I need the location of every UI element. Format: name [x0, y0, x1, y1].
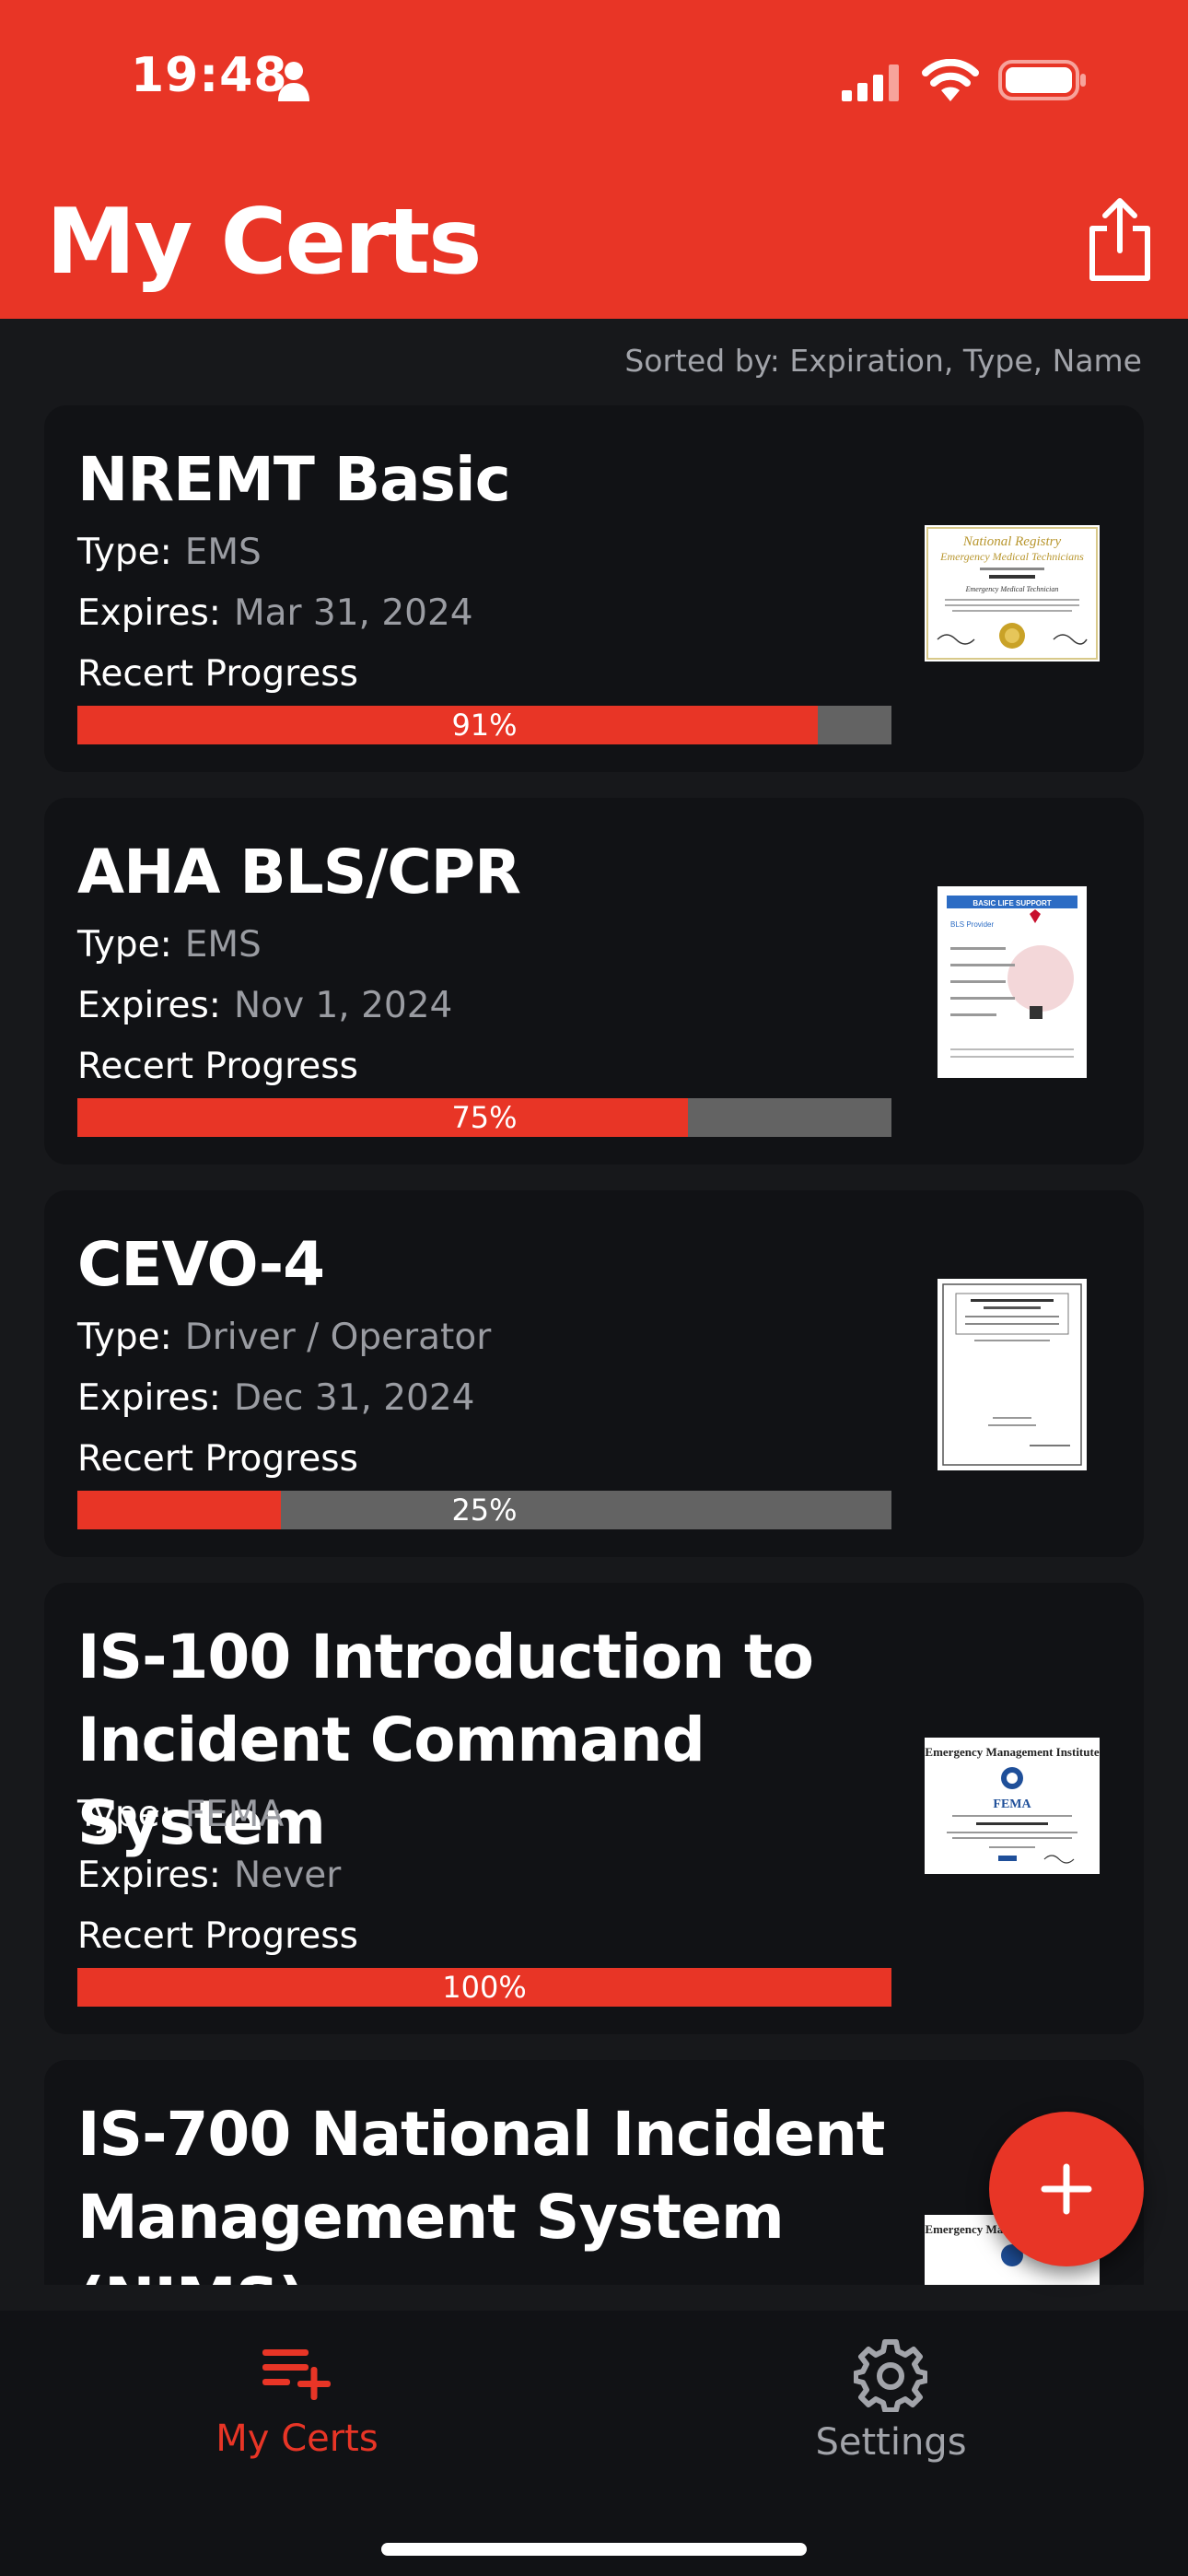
status-time: 19:48 — [131, 48, 288, 103]
certificate-image: Emergency Management Institute FEMA — [925, 1745, 1100, 1864]
cert-type-row: Type: Driver / Operator — [77, 1314, 491, 1362]
certificate-thumbnail[interactable]: Emergency Management Institute FEMA — [925, 1738, 1100, 1874]
certificate-image — [942, 1283, 1082, 1466]
expires-label: Expires: — [77, 592, 221, 634]
thumb-line: BASIC LIFE SUPPORT — [973, 899, 1051, 907]
thumb-line: National Registry — [962, 534, 1062, 549]
header: 19:48 My Certs — [0, 0, 1188, 319]
thumb-line: Emergency Medical Technician — [965, 585, 1059, 593]
type-value: EMS — [184, 532, 262, 573]
type-label: Type: — [77, 1317, 172, 1358]
home-indicator[interactable] — [381, 2543, 807, 2556]
tab-label: Settings — [815, 2421, 967, 2464]
certificate-thumbnail[interactable]: National Registry Emergency Medical Tech… — [925, 525, 1100, 662]
battery-icon — [998, 60, 1086, 100]
thumb-line: Emergency Management Institute — [925, 1745, 1099, 1759]
cert-title: AHA BLS/CPR — [77, 837, 521, 907]
thumb-line: Emergency Medical Technicians — [939, 550, 1084, 563]
cert-expires-row: Expires: Mar 31, 2024 — [77, 590, 473, 638]
wifi-icon — [922, 59, 979, 101]
status-bar: 19:48 — [0, 0, 1188, 157]
type-label: Type: — [77, 924, 172, 966]
cert-card[interactable]: IS-700 National Incident Management Syst… — [44, 2060, 1144, 2285]
type-label: Type: — [77, 532, 172, 573]
expires-label: Expires: — [77, 1377, 221, 1419]
expires-value: Never — [233, 1855, 342, 1896]
progress-bar: 75% — [77, 1098, 891, 1137]
cert-expires-row: Expires: Nov 1, 2024 — [77, 982, 452, 1030]
cert-card[interactable]: IS-100 Introduction to Incident Command … — [44, 1583, 1144, 2034]
add-cert-button[interactable] — [989, 2112, 1144, 2266]
gear-icon — [854, 2339, 927, 2412]
tab-label: My Certs — [215, 2418, 379, 2460]
certificate-thumbnail[interactable]: BASIC LIFE SUPPORT BLS Provider — [938, 886, 1087, 1078]
cert-type-row: Type: EMS — [77, 529, 262, 577]
tab-bar: My Certs Settings — [0, 2311, 1188, 2576]
expires-label: Expires: — [77, 985, 221, 1026]
certificate-image: BASIC LIFE SUPPORT BLS Provider — [947, 896, 1077, 1058]
progress-text: 100% — [442, 1970, 527, 2005]
progress-label: Recert Progress — [77, 1915, 358, 1957]
expires-value: Mar 31, 2024 — [233, 592, 473, 634]
cert-title: NREMT Basic — [77, 444, 511, 515]
plus-icon — [1041, 2163, 1092, 2215]
progress-text: 91% — [451, 708, 518, 743]
type-value: Driver / Operator — [184, 1317, 492, 1358]
cert-expires-row: Expires: Dec 31, 2024 — [77, 1375, 475, 1423]
page-title: My Certs — [46, 190, 482, 295]
expires-value: Dec 31, 2024 — [233, 1377, 475, 1419]
cert-card[interactable]: AHA BLS/CPR Type: EMS Expires: Nov 1, 2024… — [44, 798, 1144, 1165]
tab-my-certs[interactable]: My Certs — [0, 2311, 594, 2495]
cert-type-row: Type: FEMA — [77, 1791, 284, 1839]
cert-expires-row: Expires: Never — [77, 1852, 341, 1900]
type-value: FEMA — [184, 1794, 285, 1835]
cert-type-row: Type: EMS — [77, 921, 262, 969]
cert-list[interactable]: NREMT Basic Type: EMS Expires: Mar 31, 202… — [0, 402, 1188, 2285]
cert-card[interactable]: NREMT Basic Type: EMS Expires: Mar 31, 202… — [44, 405, 1144, 772]
certificate-thumbnail[interactable] — [938, 1279, 1087, 1470]
progress-label: Recert Progress — [77, 1046, 358, 1087]
expires-value: Nov 1, 2024 — [233, 985, 453, 1026]
progress-bar: 25% — [77, 1491, 891, 1529]
thumb-line: BLS Provider — [950, 920, 994, 929]
progress-bar: 100% — [77, 1968, 891, 2007]
sort-label: Sorted by: Expiration, Type, Name — [624, 343, 1142, 379]
type-label: Type: — [77, 1794, 172, 1835]
cellular-signal-icon — [842, 64, 899, 101]
cert-title: CEVO-4 — [77, 1229, 325, 1300]
type-value: EMS — [184, 924, 262, 966]
progress-bar: 91% — [77, 706, 891, 744]
list-add-icon — [262, 2349, 331, 2400]
share-button[interactable] — [1085, 197, 1155, 282]
expires-label: Expires: — [77, 1855, 221, 1896]
tab-settings[interactable]: Settings — [594, 2311, 1188, 2495]
progress-label: Recert Progress — [77, 653, 358, 695]
cert-card[interactable]: CEVO-4 Type: Driver / Operator Expires: De… — [44, 1190, 1144, 1557]
certificate-image: National Registry Emergency Medical Tech… — [926, 527, 1098, 660]
progress-text: 25% — [451, 1493, 518, 1528]
thumb-line: FEMA — [993, 1797, 1031, 1811]
cert-title: IS-700 National Incident Management Syst… — [77, 2099, 885, 2285]
person-icon — [278, 62, 309, 101]
progress-text: 75% — [451, 1100, 518, 1135]
progress-label: Recert Progress — [77, 1438, 358, 1480]
